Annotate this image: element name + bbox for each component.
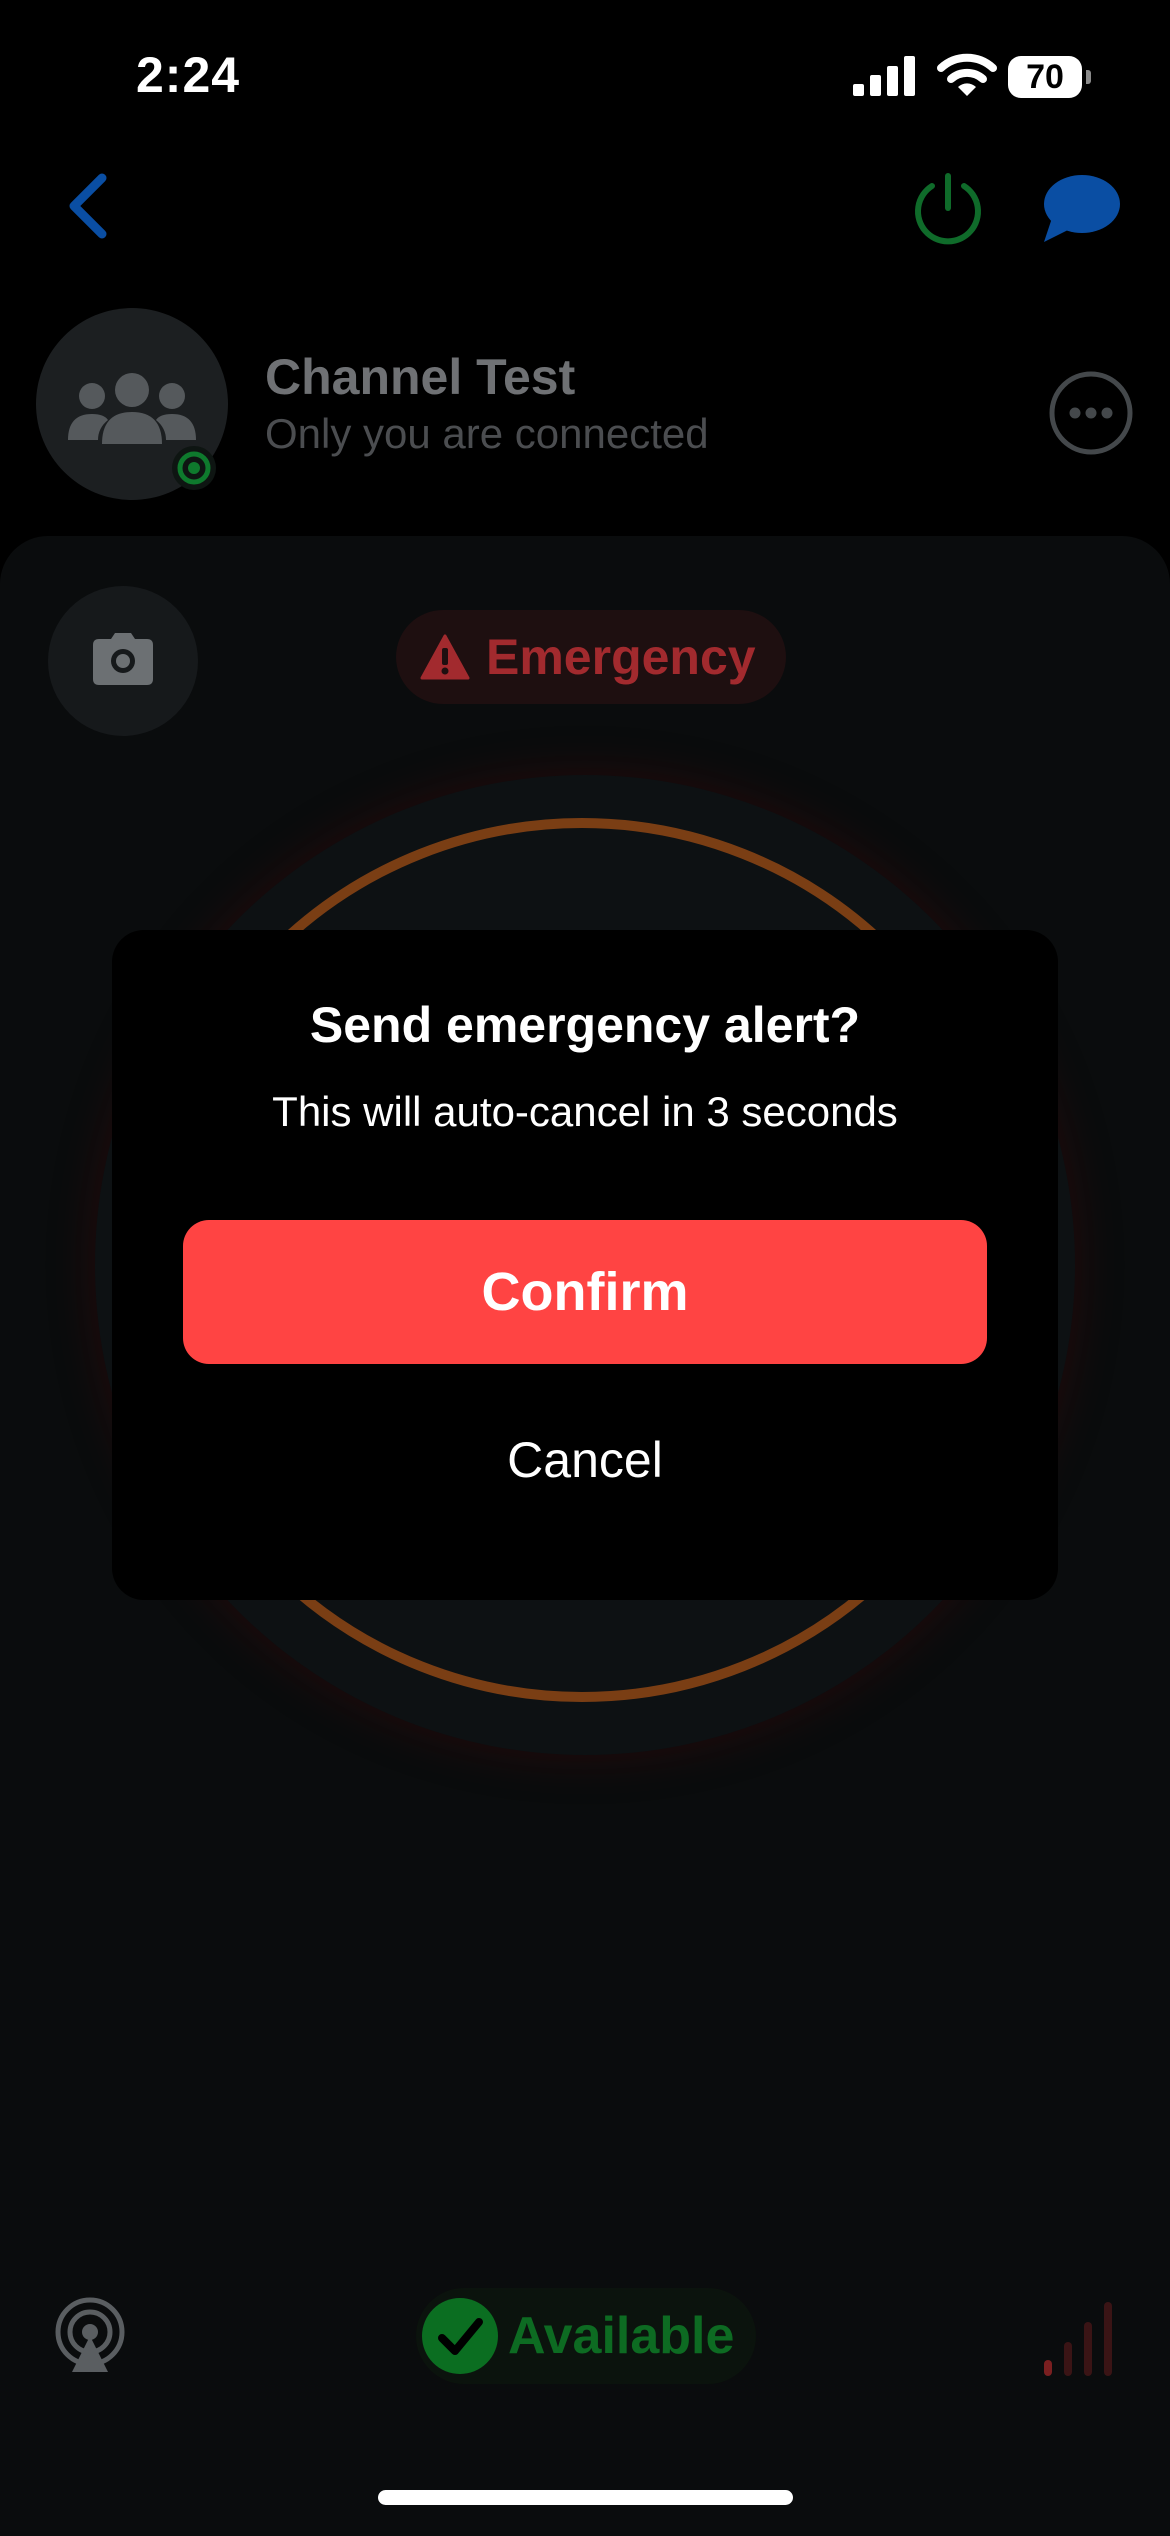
availability-label: Available bbox=[508, 2307, 735, 2365]
group-icon bbox=[68, 373, 196, 444]
channel-subtitle: Only you are connected bbox=[265, 410, 709, 457]
broadcast-icon[interactable] bbox=[52, 2296, 128, 2372]
dialog-title: Send emergency alert? bbox=[309, 997, 861, 1053]
signal-bars-icon bbox=[1044, 2302, 1112, 2376]
emergency-button[interactable]: Emergency bbox=[396, 610, 786, 704]
emergency-label: Emergency bbox=[486, 629, 756, 685]
home-indicator[interactable] bbox=[378, 2490, 793, 2505]
status-time: 2:24 bbox=[136, 47, 241, 103]
camera-icon bbox=[93, 633, 153, 685]
camera-button[interactable] bbox=[48, 586, 198, 736]
confirm-button[interactable]: Confirm bbox=[183, 1220, 987, 1364]
battery-level: 70 bbox=[1026, 58, 1064, 96]
battery-indicator: 70 bbox=[1008, 56, 1091, 98]
ellipsis-icon[interactable] bbox=[1048, 370, 1134, 456]
cancel-button[interactable]: Cancel bbox=[183, 1410, 987, 1510]
cellular-signal-icon bbox=[853, 56, 915, 96]
warning-triangle-icon bbox=[420, 634, 470, 680]
channel-title: Channel Test bbox=[265, 349, 576, 405]
chat-bubble-icon[interactable] bbox=[1038, 172, 1122, 248]
wifi-icon bbox=[937, 53, 997, 96]
connection-status-icon bbox=[172, 446, 216, 490]
chevron-left-icon[interactable] bbox=[60, 170, 120, 242]
check-icon bbox=[422, 2298, 498, 2374]
dialog-message: This will auto-cancel in 3 seconds bbox=[272, 1088, 898, 1135]
availability-status[interactable]: Available bbox=[416, 2288, 756, 2384]
power-icon[interactable] bbox=[910, 172, 986, 248]
